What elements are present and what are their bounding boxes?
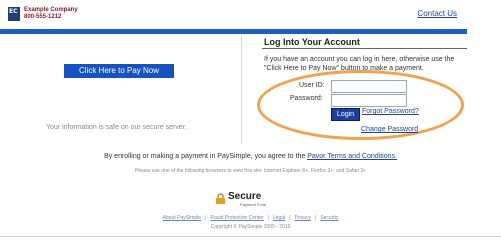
user-id-label: User ID: [299, 82, 325, 89]
footer-separator: | [267, 215, 269, 221]
login-title-rule [262, 48, 467, 49]
password-label: Password: [290, 95, 323, 102]
contact-us-link[interactable]: Contact Us [417, 9, 457, 18]
terms-link[interactable]: Pavor Terms and Conditions. [307, 153, 397, 160]
company-info: Example Company 800-555-1212 [24, 7, 78, 21]
footer-separator: | [314, 215, 317, 221]
footer-link-legal[interactable]: Legal [273, 215, 285, 221]
change-password-link[interactable]: Change Password [361, 126, 418, 133]
top-bar: EC Example Company 800-555-1212 Contact … [0, 0, 501, 30]
pay-now-button[interactable]: Click Here to Pay Now [64, 64, 174, 78]
footer-separator: | [205, 215, 207, 221]
company-name: Example Company [24, 7, 78, 13]
footer-rule [0, 236, 501, 237]
footer-separator: | [289, 215, 291, 221]
login-button[interactable]: Login [331, 108, 360, 121]
panel-divider [241, 36, 242, 144]
copyright: Copyright © PaySimple 2005 - 2010 [210, 224, 291, 230]
forgot-password-link[interactable]: Forgot Password? [362, 108, 419, 115]
secure-badge-subtitle: Payment Form [240, 202, 267, 207]
footer-links: About PaySimple | Fraud Protection Center |… [0, 215, 501, 221]
lock-icon [216, 193, 225, 204]
user-id-input[interactable] [331, 80, 407, 93]
footer-link-fraud[interactable]: Fraud Protection Center [210, 215, 263, 221]
secure-payment-badge: Secure Payment Form [215, 191, 287, 207]
footer-link-privacy[interactable]: Privacy [295, 215, 311, 221]
footer-link-about[interactable]: About PaySimple [163, 215, 201, 221]
header-accent-bar [0, 29, 467, 34]
footer-link-security[interactable]: Security [320, 215, 338, 221]
password-input[interactable] [331, 94, 407, 107]
secure-badge-title: Secure [228, 191, 262, 202]
logo-letters: EC [9, 8, 18, 15]
login-title: Log Into Your Account [264, 37, 360, 47]
secure-server-note: Your information is safe on our secure s… [46, 124, 187, 131]
company-phone: 800-555-1212 [24, 14, 62, 20]
terms-agreement: By enrolling or making a payment in PayS… [0, 153, 501, 160]
terms-agreement-text: By enrolling or making a payment in PayS… [104, 153, 306, 160]
browser-support-note: Please use one of the following browsers… [135, 168, 366, 174]
